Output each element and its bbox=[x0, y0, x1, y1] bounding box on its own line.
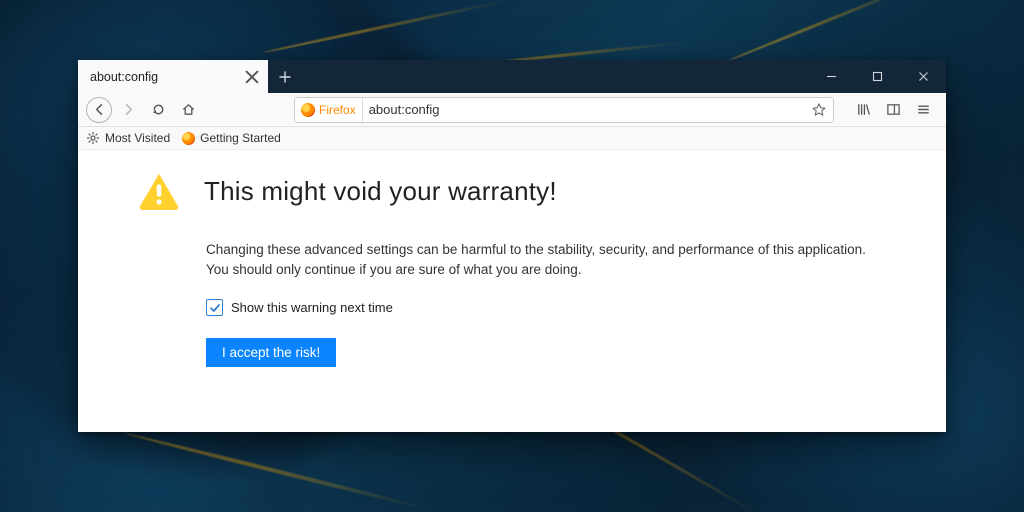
tab-active[interactable]: about:config bbox=[78, 60, 268, 93]
window-controls bbox=[808, 60, 946, 93]
menu-button[interactable] bbox=[908, 96, 938, 124]
identity-label: Firefox bbox=[319, 103, 356, 117]
page-content: This might void your warranty! Changing … bbox=[78, 150, 946, 432]
accept-risk-button[interactable]: I accept the risk! bbox=[206, 338, 336, 367]
back-button[interactable] bbox=[86, 97, 112, 123]
bookmark-label: Most Visited bbox=[105, 131, 170, 145]
library-icon[interactable] bbox=[848, 96, 878, 124]
sidebar-icon[interactable] bbox=[878, 96, 908, 124]
warning-triangle-icon bbox=[138, 172, 180, 210]
show-warning-checkbox[interactable] bbox=[206, 299, 223, 316]
tab-title: about:config bbox=[90, 70, 158, 84]
browser-window: about:config Firefo bbox=[78, 60, 946, 432]
close-icon[interactable] bbox=[244, 69, 260, 85]
toolbar-right bbox=[848, 96, 938, 124]
show-warning-checkbox-row: Show this warning next time bbox=[206, 299, 886, 316]
nav-toolbar: Firefox about:config bbox=[78, 93, 946, 127]
bookmark-star-icon[interactable] bbox=[811, 102, 827, 118]
gear-icon bbox=[86, 131, 100, 145]
home-button[interactable] bbox=[174, 96, 202, 124]
warning-title: This might void your warranty! bbox=[204, 176, 557, 207]
bookmark-label: Getting Started bbox=[200, 131, 281, 145]
warning-header: This might void your warranty! bbox=[138, 172, 886, 210]
bookmark-most-visited[interactable]: Most Visited bbox=[86, 131, 170, 145]
minimize-button[interactable] bbox=[808, 60, 854, 93]
url-text: about:config bbox=[369, 102, 805, 117]
window-close-button[interactable] bbox=[900, 60, 946, 93]
warning-text: Changing these advanced settings can be … bbox=[206, 240, 886, 279]
maximize-button[interactable] bbox=[854, 60, 900, 93]
checkbox-label: Show this warning next time bbox=[231, 300, 393, 315]
reload-button[interactable] bbox=[144, 96, 172, 124]
new-tab-button[interactable] bbox=[268, 60, 302, 93]
bookmarks-toolbar: Most Visited Getting Started bbox=[78, 127, 946, 150]
identity-box[interactable]: Firefox bbox=[301, 98, 363, 122]
firefox-icon bbox=[182, 132, 195, 145]
forward-button bbox=[114, 96, 142, 124]
titlebar: about:config bbox=[78, 60, 946, 93]
firefox-icon bbox=[301, 103, 315, 117]
url-bar[interactable]: Firefox about:config bbox=[294, 97, 834, 123]
bookmark-getting-started[interactable]: Getting Started bbox=[182, 131, 281, 145]
